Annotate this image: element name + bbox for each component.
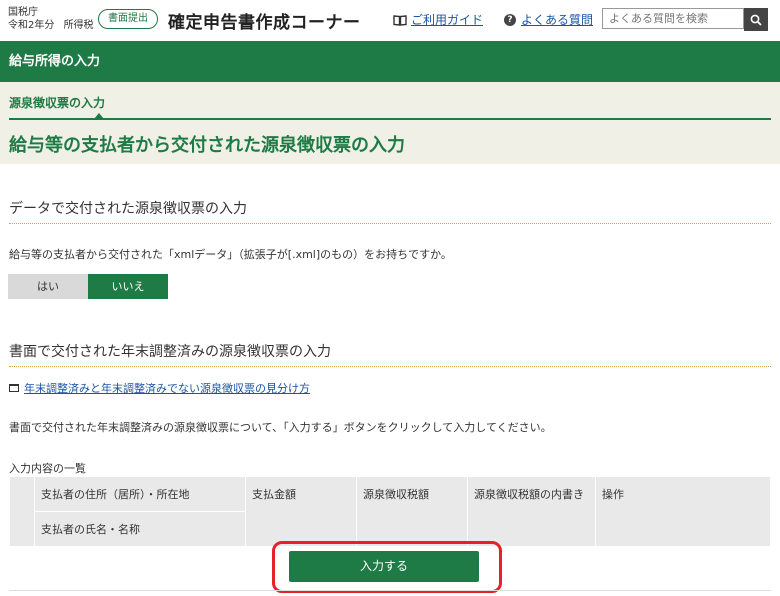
tax-type: 所得税 (63, 20, 94, 31)
entry-list-table: 支払者の住所（居所）・所在地 支払金額 源泉徴収税額 源泉徴収税額の内書き 操作… (9, 476, 771, 547)
col-amount: 支払金額 (245, 476, 357, 547)
bottom-divider (9, 590, 771, 591)
header: 国税庁 令和2年分 所得税 書面提出 確定申告書作成コーナー ご利用ガイド ? … (0, 0, 780, 41)
col-payer-name: 支払者の氏名・名称 (34, 511, 246, 547)
question-icon: ? (504, 13, 516, 26)
paper-section-heading: 書面で交付された年末調整済みの源泉徴収票の入力 (9, 344, 331, 360)
faq-link[interactable]: ? よくある質問 (504, 11, 593, 28)
faq-search-input[interactable] (602, 8, 744, 29)
yes-button[interactable]: はい (8, 274, 88, 299)
col-action: 操作 (595, 476, 771, 547)
page-title-area: 源泉徴収票の入力 給与等の支払者から交付された源泉徴収票の入力 (0, 82, 780, 164)
submit-method-badge: 書面提出 (98, 9, 158, 29)
col-withholding-detail: 源泉徴収税額の内書き (467, 476, 596, 547)
data-section-divider (9, 223, 771, 224)
faq-link-label: よくある質問 (521, 13, 594, 27)
app-title: 確定申告書作成コーナー (168, 13, 361, 33)
sub-title-pointer (94, 113, 104, 119)
search-button[interactable] (744, 8, 768, 31)
guide-link[interactable]: ご利用ガイド (393, 11, 483, 28)
table-lead-cell (9, 476, 35, 547)
page-title: 給与等の支払者から交付された源泉徴収票の入力 (9, 135, 405, 156)
new-window-icon (9, 384, 19, 392)
enter-button-highlight (272, 541, 502, 593)
distinguish-help-link[interactable]: 年末調整済みと年末調整済みでない源泉徴収票の見分け方 (9, 380, 310, 396)
no-button[interactable]: いいえ (88, 274, 168, 299)
guide-link-label: ご利用ガイド (411, 13, 484, 27)
col-payer-address: 支払者の住所（居所）・所在地 (34, 476, 246, 512)
col-withholding: 源泉徴収税額 (356, 476, 468, 547)
paper-instruction: 書面で交付された年末調整済みの源泉徴収票について、「入力する」ボタンをクリックし… (9, 421, 552, 434)
section-title-bar: 給与所得の入力 (0, 41, 780, 82)
distinguish-help-link-label: 年末調整済みと年末調整済みでない源泉徴収票の見分け方 (24, 382, 310, 395)
list-caption: 入力内容の一覧 (9, 462, 86, 475)
sub-title-divider (9, 118, 771, 120)
agency-info: 国税庁 令和2年分 所得税 (8, 6, 100, 32)
tax-year: 令和2年分 (8, 20, 55, 31)
search-icon (750, 14, 762, 26)
data-section-heading: データで交付された源泉徴収票の入力 (9, 201, 247, 217)
sub-title: 源泉徴収票の入力 (9, 96, 106, 110)
paper-section-divider (9, 366, 771, 367)
xml-question: 給与等の支払者から交付された「xmlデータ」（拡張子が[.xml]のもの）をお持… (9, 248, 452, 261)
book-icon (393, 14, 407, 26)
agency-name: 国税庁 (8, 7, 38, 18)
